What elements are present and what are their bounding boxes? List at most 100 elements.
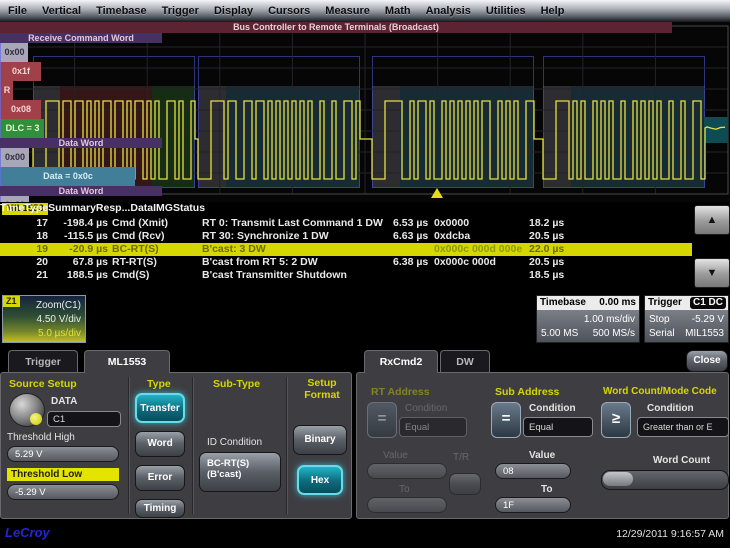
knob-indicator-icon [30, 413, 42, 425]
cell-time: 67.8 µs [50, 256, 108, 269]
cell-img: 18.2 µs [529, 217, 569, 230]
type-button-transfer[interactable]: Transfer [135, 393, 185, 423]
scroll-down-button[interactable]: ▼ [694, 258, 730, 288]
decode-field: 0x00 [0, 43, 28, 62]
rt-value-field[interactable] [367, 463, 447, 479]
column-header[interactable]: IMG [153, 202, 173, 214]
menu-item-vertical[interactable]: Vertical [42, 5, 81, 17]
sub-equal-operator-button[interactable]: = [491, 402, 521, 438]
wc-condition-label: Condition [647, 403, 694, 414]
column-header[interactable]: Resp... [96, 202, 130, 214]
column-header[interactable]: Time [0, 202, 24, 214]
id-condition-button[interactable]: BC-RT(S) (B'cast) [199, 452, 281, 492]
sub-condition-select[interactable]: Equal [523, 417, 593, 437]
brand-logo: LeCroy [5, 525, 50, 540]
cell-img: 20.5 µs [529, 256, 569, 269]
table-row[interactable]: 19-20.9 µsBC-RT(S)B'cast: 3 DW0x000c 000… [0, 243, 692, 256]
sub-value-label: Value [529, 450, 555, 461]
rt-equal-operator-button[interactable]: = [367, 402, 397, 438]
cell-time: -115.5 µs [50, 230, 108, 243]
menu-item-display[interactable]: Display [214, 5, 253, 17]
status-bar: LeCroy 12/29/2011 9:16:57 AM [0, 520, 730, 548]
channel-descriptor-z1[interactable]: Z1 Zoom(C1) 4.50 V/div 5.0 µs/div [2, 295, 86, 343]
table-row[interactable]: 2067.8 µsRT-RT(S)B'cast from RT 5: 2 DW6… [0, 256, 692, 269]
decode-field: 0x1f [0, 62, 41, 81]
cell-index: 18 [18, 230, 48, 243]
tab-rxcmd2[interactable]: RxCmd2 [364, 350, 438, 373]
decode-field: R [0, 81, 13, 100]
column-header[interactable]: Type [24, 202, 48, 214]
tr-button[interactable] [449, 473, 481, 495]
cell-summary: B'cast: 3 DW [202, 243, 392, 256]
threshold-high-label: Threshold High [7, 432, 75, 443]
close-button[interactable]: Close [686, 350, 728, 372]
rt-to-field[interactable] [367, 497, 447, 513]
cell-summary: B'cast from RT 5: 2 DW [202, 256, 392, 269]
format-button-binary[interactable]: Binary [293, 425, 347, 455]
id-condition-line1: BC-RT(S) [207, 458, 280, 469]
sub-to-field[interactable]: 1F [495, 497, 571, 513]
type-button-timing[interactable]: Timing [135, 499, 185, 518]
timebase-descriptor[interactable]: Timebase 0.00 ms 1.00 ms/div 5.00 MS 500… [536, 295, 640, 343]
cell-resp: 6.38 µs [393, 256, 433, 269]
setup-format-title: Setup Format [297, 377, 347, 401]
sub-value-field[interactable]: 08 [495, 463, 571, 479]
cell-img: 20.5 µs [529, 230, 569, 243]
tab-trigger[interactable]: Trigger [8, 350, 78, 373]
decode-banner: Bus Controller to Remote Terminals (Broa… [0, 22, 672, 33]
rt-condition-select[interactable]: Equal [399, 417, 467, 437]
menu-item-file[interactable]: File [8, 5, 27, 17]
tab-ml1553[interactable]: ML1553 [84, 350, 170, 373]
tab-dw[interactable]: DW [440, 350, 490, 373]
timebase-header: Timebase 0.00 ms [537, 296, 639, 310]
threshold-low-label: Threshold Low [7, 468, 119, 481]
decode-field: DLC = 3 [0, 119, 44, 138]
trigger-header: Trigger C1 DC [645, 296, 728, 310]
source-channel-field[interactable]: C1 [47, 411, 121, 427]
table-row[interactable]: 21188.5 µsCmd(S)B'cast Transmitter Shutd… [0, 269, 692, 282]
source-knob[interactable] [9, 393, 45, 427]
sub-to-label: To [541, 484, 552, 495]
menu-item-help[interactable]: Help [541, 5, 565, 17]
trigger-title: Trigger [648, 297, 682, 308]
menu-item-timebase[interactable]: Timebase [96, 5, 147, 17]
subtype-title: Sub-Type [213, 378, 260, 390]
rxcmd2-dialog: RT Address = Condition Equal Value To T/… [356, 372, 729, 519]
format-button-hex[interactable]: Hex [297, 465, 343, 495]
wc-count-label: Word Count [653, 455, 710, 466]
menu-item-measure[interactable]: Measure [325, 5, 370, 17]
menu-item-math[interactable]: Math [385, 5, 411, 17]
column-header[interactable]: Summary [48, 202, 96, 214]
z1-vdiv: 4.50 V/div [37, 314, 81, 325]
cell-data: 0x000c 000d [434, 256, 530, 269]
threshold-high-field[interactable]: 5.29 V [7, 446, 119, 462]
threshold-low-field[interactable]: -5.29 V [7, 484, 119, 500]
word-count-title: Word Count/Mode Code [603, 386, 717, 397]
table-row[interactable]: 17-198.4 µsCmd (Xmit)RT 0: Transmit Last… [0, 217, 692, 230]
menu-item-utilities[interactable]: Utilities [486, 5, 526, 17]
word-count-slider[interactable] [601, 470, 729, 490]
column-header[interactable]: Data [130, 202, 153, 214]
column-header[interactable]: Status [173, 202, 205, 214]
trigger-kind: Serial [649, 328, 675, 339]
table-row[interactable]: 18-115.5 µsCmd (Rcv)RT 30: Synchronize 1… [0, 230, 692, 243]
wc-condition-select[interactable]: Greater than or E [637, 417, 729, 437]
rt-value-label: Value [383, 450, 408, 461]
type-button-error[interactable]: Error [135, 465, 185, 491]
cell-resp: 6.53 µs [393, 217, 433, 230]
divider [128, 377, 130, 514]
gte-operator-button[interactable]: ≥ [601, 402, 631, 438]
scroll-up-button[interactable]: ▲ [694, 205, 730, 235]
cell-data: 0xdcba [434, 230, 530, 243]
trigger-descriptor[interactable]: Trigger C1 DC Stop -5.29 V Serial MIL155… [644, 295, 729, 343]
menu-item-cursors[interactable]: Cursors [268, 5, 310, 17]
cell-img: 22.0 µs [529, 243, 569, 256]
type-button-word[interactable]: Word [135, 431, 185, 457]
cell-summary: RT 0: Transmit Last Command 1 DW [202, 217, 392, 230]
trigger-kind-protocol: Serial MIL1553 [645, 327, 728, 340]
source-setup-title: Source Setup [9, 378, 77, 390]
menu-item-trigger[interactable]: Trigger [162, 5, 199, 17]
slider-handle[interactable] [603, 472, 633, 486]
cell-type: Cmd (Rcv) [112, 230, 200, 243]
menu-item-analysis[interactable]: Analysis [426, 5, 471, 17]
